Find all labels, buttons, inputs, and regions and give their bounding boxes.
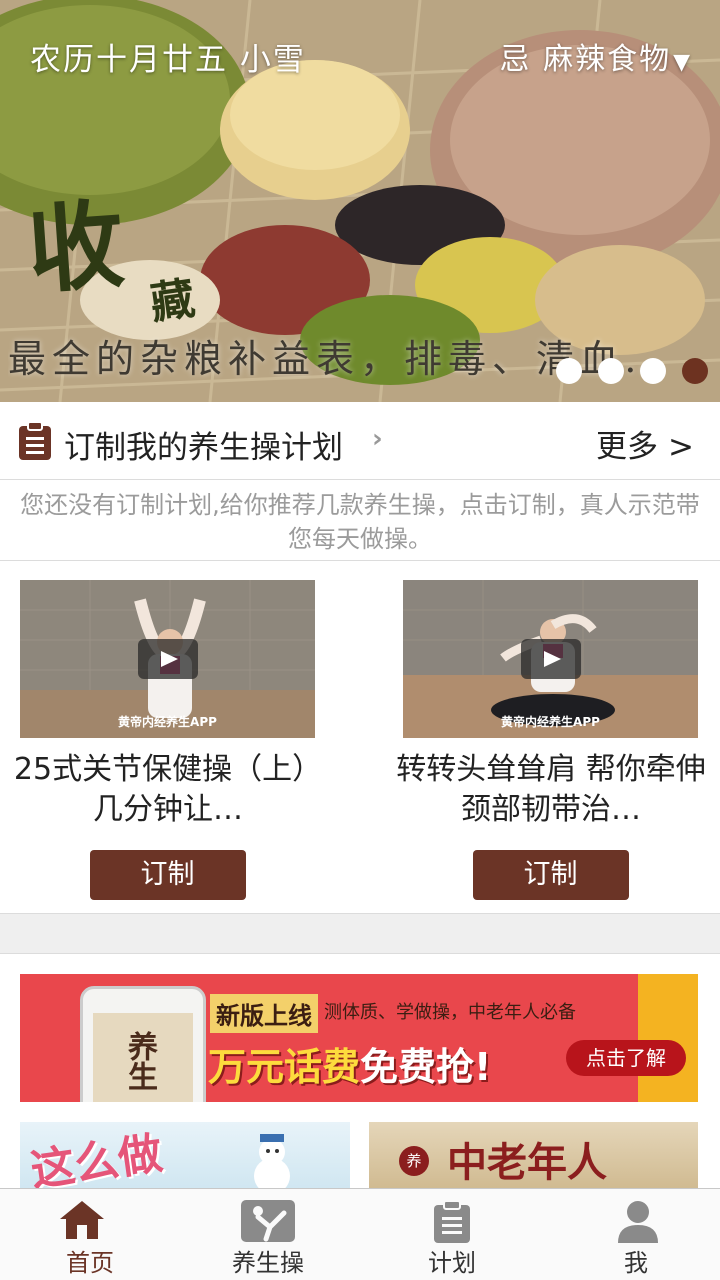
plan-section-header: 订制我的养生操计划 › 更多 > xyxy=(0,402,720,480)
play-icon[interactable] xyxy=(521,639,581,679)
tab-label: 我 xyxy=(624,1249,648,1277)
play-icon[interactable] xyxy=(138,639,198,679)
tab-me[interactable]: 我 xyxy=(546,1189,720,1280)
phone-illustration: 养生 xyxy=(80,986,206,1102)
order-button[interactable]: 订制 xyxy=(472,850,629,900)
exercise-icon xyxy=(241,1200,295,1242)
video-thumbnail[interactable]: 黄帝内经养生APP xyxy=(403,580,698,738)
home-icon xyxy=(60,1201,104,1239)
carousel-dots xyxy=(556,358,708,384)
hero-topbar: 农历十月廿五 小雪 忌 麻辣食物▼ xyxy=(0,28,720,78)
tab-plan[interactable]: 计划 xyxy=(362,1189,542,1280)
taboo-label: 忌 麻辣食物 xyxy=(499,42,672,77)
article-cards: 这么做 养 中老年人 xyxy=(0,1122,720,1192)
promo-subtitle: 测体质、学做操，中老年人必备 xyxy=(324,1002,576,1023)
article-card-title: 这么做 xyxy=(27,1128,166,1192)
hero-banner[interactable]: 农历十月廿五 小雪 忌 麻辣食物▼ 收 藏 最全的杂粮补益表，排毒、清血、养心… xyxy=(0,0,720,402)
tab-exercise[interactable]: 养生操 xyxy=(178,1189,358,1280)
video-thumbnail[interactable]: 黄帝内经养生APP xyxy=(20,580,315,738)
video-title[interactable]: 转转头耸耸肩 帮你牵伸颈部韧带治… xyxy=(391,750,711,830)
order-button[interactable]: 订制 xyxy=(89,850,246,900)
promo-tag: 新版上线 xyxy=(210,994,318,1033)
tab-label: 计划 xyxy=(428,1249,476,1277)
promo-banner[interactable]: 养生 新版上线 测体质、学做操，中老年人必备 万元话费免费抢! 点击了解 xyxy=(20,974,698,1102)
promo-stripe xyxy=(638,974,698,1102)
article-card[interactable]: 养 中老年人 xyxy=(369,1122,698,1192)
carousel-dot[interactable] xyxy=(556,358,582,384)
learn-more-button[interactable]: 点击了解 xyxy=(566,1040,686,1076)
carousel-dot[interactable] xyxy=(598,358,624,384)
phone-screen-text: 养生 xyxy=(122,1031,157,1091)
video-title[interactable]: 25式关节保健操（上） 几分钟让… xyxy=(8,750,328,830)
lunar-date: 农历十月廿五 小雪 xyxy=(30,42,306,78)
more-arrow-icon: > xyxy=(668,429,694,465)
tab-label: 养生操 xyxy=(232,1249,304,1277)
article-card[interactable]: 这么做 xyxy=(20,1122,350,1192)
plan-title-link[interactable]: 订制我的养生操计划 xyxy=(64,422,343,467)
promo-headline-a: 万元话费 xyxy=(208,1045,361,1089)
hero-headline-small: 藏 xyxy=(147,273,198,330)
plan-hint-text: 您还没有订制计划,给你推荐几款养生操，点击订制，真人示范带您每天做操。 xyxy=(20,491,700,553)
article-card-title: 中老年人 xyxy=(447,1139,607,1186)
bottom-tab-bar: 首页 养生操 计划 我 xyxy=(0,1188,720,1280)
video-watermark: 黄帝内经养生APP xyxy=(501,715,600,729)
clipboard-icon xyxy=(434,1200,470,1243)
chevron-right-icon: › xyxy=(372,424,383,454)
clipboard-icon xyxy=(19,421,51,460)
video-card: 黄帝内经养生APP 转转头耸耸肩 帮你牵伸颈部韧带治… 订制 xyxy=(396,580,706,900)
carousel-dot[interactable] xyxy=(640,358,666,384)
promo-headline: 万元话费免费抢! xyxy=(208,1036,491,1091)
app-root: 农历十月廿五 小雪 忌 麻辣食物▼ 收 藏 最全的杂粮补益表，排毒、清血、养心…… xyxy=(0,0,720,1280)
taboo-selector[interactable]: 忌 麻辣食物▼ xyxy=(500,34,692,78)
promo-headline-b: 免费抢! xyxy=(360,1045,492,1089)
dropdown-arrow-icon: ▼ xyxy=(673,50,692,75)
article-seal: 养 xyxy=(399,1146,429,1176)
video-watermark: 黄帝内经养生APP xyxy=(118,715,217,729)
tab-home[interactable]: 首页 xyxy=(0,1189,180,1280)
more-label: 更多 xyxy=(596,429,659,465)
section-gap xyxy=(0,914,720,954)
video-card: 黄帝内经养生APP 25式关节保健操（上） 几分钟让… 订制 xyxy=(14,580,322,900)
hero-headline-big: 收 xyxy=(24,187,128,308)
more-button[interactable]: 更多 > xyxy=(596,421,694,466)
snowman-icon xyxy=(254,1134,290,1192)
tab-label: 首页 xyxy=(66,1249,114,1277)
user-icon xyxy=(618,1201,658,1243)
carousel-dot-active[interactable] xyxy=(682,358,708,384)
divider xyxy=(0,560,720,561)
